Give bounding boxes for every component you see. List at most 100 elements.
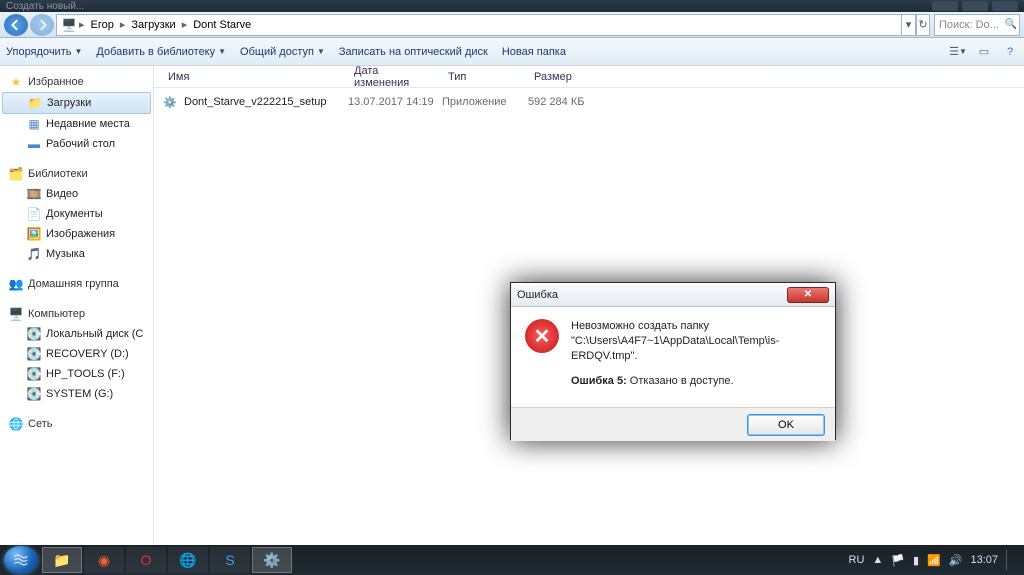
show-desktop-button[interactable] [1006, 550, 1012, 570]
sidebar-item-downloads[interactable]: 📁Загрузки [2, 92, 151, 114]
sidebar-item-pictures[interactable]: 🖼️Изображения [0, 224, 153, 244]
desktop-icon: ▬ [26, 136, 42, 152]
nav-back-button[interactable] [4, 14, 28, 36]
file-list: ⚙️ Dont_Starve_v222215_setup 13.07.2017 1… [154, 88, 1024, 116]
star-icon: ★ [8, 74, 24, 90]
sidebar-item-localdisk[interactable]: 💽Локальный диск (C [0, 324, 153, 344]
file-type: Приложение [442, 96, 528, 108]
sidebar-item-music[interactable]: 🎵Музыка [0, 244, 153, 264]
task-opera[interactable]: O [126, 547, 166, 573]
sidebar-item-video[interactable]: 🎞️Видео [0, 184, 153, 204]
file-size: 592 284 КБ [528, 96, 618, 108]
music-icon: 🎵 [26, 246, 42, 262]
col-size[interactable]: Размер [528, 71, 618, 83]
pictures-icon: 🖼️ [26, 226, 42, 242]
computer-icon: 🖥️ [8, 306, 24, 322]
dialog-body: ✕ Невозможно создать папку "C:\Users\A4F… [511, 307, 835, 407]
task-app[interactable]: ◉ [84, 547, 124, 573]
explorer-main: ★Избранное 📁Загрузки ▦Недавние места ▬Ра… [0, 66, 1024, 545]
tray-battery-icon[interactable]: ▮ [913, 554, 919, 567]
window-titlebar: Создать новый... [0, 0, 1024, 12]
sidebar-item-hptools[interactable]: 💽HP_TOOLS (F:) [0, 364, 153, 384]
col-name[interactable]: Имя [162, 71, 348, 83]
col-type[interactable]: Тип [442, 71, 528, 83]
drive-icon: 💽 [26, 386, 42, 402]
sidebar-homegroup-header[interactable]: 👥Домашняя группа [0, 274, 153, 294]
sidebar-item-desktop[interactable]: ▬Рабочий стол [0, 134, 153, 154]
error-icon: ✕ [525, 319, 559, 353]
sidebar-item-recovery[interactable]: 💽RECOVERY (D:) [0, 344, 153, 364]
address-dropdown-button[interactable]: ▾ [902, 14, 916, 36]
breadcrumb[interactable]: 🖥️ ▸ Егор ▸ Загрузки ▸ Dont Starve [56, 14, 902, 36]
refresh-button[interactable]: ↻ [916, 14, 930, 36]
sidebar-item-recent[interactable]: ▦Недавние места [0, 114, 153, 134]
network-icon: 🌐 [8, 416, 24, 432]
task-chrome[interactable]: 🌐 [168, 547, 208, 573]
sidebar-network-header[interactable]: 🌐Сеть [0, 414, 153, 434]
help-button[interactable]: ? [1002, 44, 1018, 60]
col-date[interactable]: Дата изменения [348, 65, 442, 89]
toolbar-include-library[interactable]: Добавить в библиотеку▼ [96, 46, 226, 58]
chevron-down-icon: ▼ [74, 47, 82, 56]
toolbar-share[interactable]: Общий доступ▼ [240, 46, 325, 58]
view-options-button[interactable]: ☰ ▼ [950, 44, 966, 60]
toolbar-organize[interactable]: Упорядочить▼ [6, 46, 82, 58]
sidebar-item-system[interactable]: 💽SYSTEM (G:) [0, 384, 153, 404]
drive-icon: 💽 [26, 366, 42, 382]
application-icon: ⚙️ [162, 94, 178, 110]
nav-forward-button[interactable] [30, 14, 54, 36]
drive-icon: 💽 [26, 326, 42, 342]
breadcrumb-seg-folder[interactable]: Dont Starve [189, 19, 255, 31]
file-pane: Имя Дата изменения Тип Размер ⚙️ Dont_Sta… [154, 66, 1024, 545]
breadcrumb-seg-user[interactable]: Егор [87, 19, 118, 31]
task-explorer[interactable]: 📁 [42, 547, 82, 573]
close-button[interactable] [992, 1, 1018, 11]
recent-icon: ▦ [26, 116, 42, 132]
dialog-line2: "C:\Users\A4F7~1\AppData\Local\Temp\is-E… [571, 334, 821, 364]
dialog-footer: OK [511, 407, 835, 441]
tray-action-center-icon[interactable]: 🏳️ [891, 554, 905, 567]
preview-pane-button[interactable]: ▭ [976, 44, 992, 60]
minimize-button[interactable] [932, 1, 958, 11]
sidebar-computer-header[interactable]: 🖥️Компьютер [0, 304, 153, 324]
chevron-right-icon: ▸ [182, 18, 188, 31]
column-headers[interactable]: Имя Дата изменения Тип Размер [154, 66, 1024, 88]
folder-icon: 📁 [27, 95, 43, 111]
dialog-titlebar[interactable]: Ошибка ✕ [511, 283, 835, 307]
tray-lang[interactable]: RU [849, 554, 865, 566]
task-setup[interactable]: ⚙️ [252, 547, 292, 573]
task-skype[interactable]: S [210, 547, 250, 573]
tray-clock[interactable]: 13:07 [970, 554, 998, 566]
libraries-icon: 🗂️ [8, 166, 24, 182]
chevron-down-icon: ▼ [218, 47, 226, 56]
breadcrumb-seg-downloads[interactable]: Загрузки [127, 19, 179, 31]
file-name: Dont_Starve_v222215_setup [184, 96, 327, 108]
tray-network-icon[interactable]: 📶 [927, 554, 941, 567]
dialog-line1: Невозможно создать папку [571, 319, 821, 334]
sidebar-item-documents[interactable]: 📄Документы [0, 204, 153, 224]
start-button[interactable] [4, 546, 38, 574]
toolbar-burn[interactable]: Записать на оптический диск [339, 46, 488, 58]
sidebar-libraries-header[interactable]: 🗂️Библиотеки [0, 164, 153, 184]
dialog-message: Невозможно создать папку "C:\Users\A4F7~… [571, 319, 821, 395]
dialog-ok-button[interactable]: OK [747, 414, 825, 436]
tray-volume-icon[interactable]: 🔊 [949, 554, 963, 567]
sidebar-favorites-header[interactable]: ★Избранное [0, 72, 153, 92]
file-date: 13.07.2017 14:19 [348, 96, 442, 108]
toolbar-new-folder[interactable]: Новая папка [502, 46, 566, 58]
dialog-close-button[interactable]: ✕ [787, 287, 829, 303]
dialog-error-text: Отказано в доступе. [627, 375, 734, 387]
address-bar: 🖥️ ▸ Егор ▸ Загрузки ▸ Dont Starve ▾ ↻ П… [0, 12, 1024, 38]
error-dialog: Ошибка ✕ ✕ Невозможно создать папку "C:\… [510, 282, 836, 442]
computer-icon: 🖥️ [61, 17, 77, 33]
chevron-right-icon: ▸ [79, 18, 85, 31]
maximize-button[interactable] [962, 1, 988, 11]
tray-up-icon[interactable]: ▲ [872, 554, 883, 566]
window-controls [932, 1, 1018, 11]
file-row[interactable]: ⚙️ Dont_Starve_v222215_setup 13.07.2017 1… [162, 92, 1016, 112]
sidebar: ★Избранное 📁Загрузки ▦Недавние места ▬Ра… [0, 66, 154, 545]
taskbar-apps: 📁 ◉ O 🌐 S ⚙️ [42, 547, 292, 573]
taskbar: 📁 ◉ O 🌐 S ⚙️ RU ▲ 🏳️ ▮ 📶 🔊 13:07 [0, 545, 1024, 575]
search-input[interactable]: Поиск: Do... [934, 14, 1020, 36]
video-icon: 🎞️ [26, 186, 42, 202]
